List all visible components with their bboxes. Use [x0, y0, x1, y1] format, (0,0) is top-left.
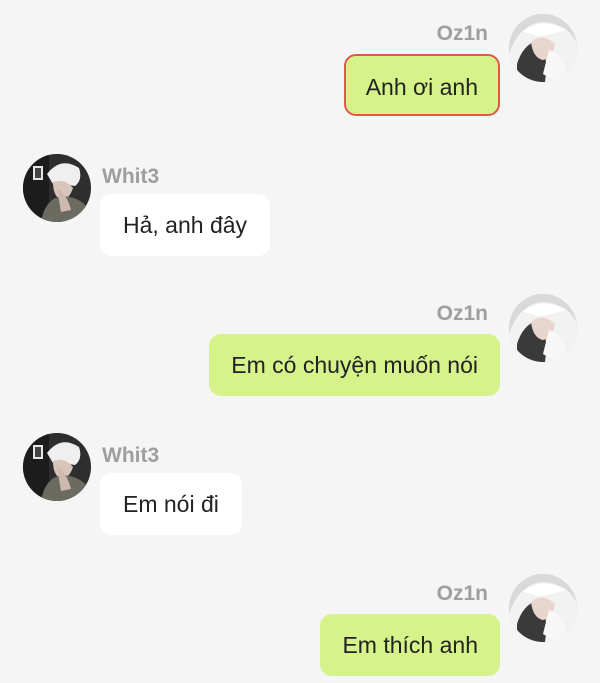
- sender-avatar-oz1n[interactable]: [509, 14, 577, 82]
- avatar-photo-icon: [509, 14, 577, 82]
- message-bubble[interactable]: Em có chuyện muốn nói: [209, 334, 500, 396]
- sender-avatar-oz1n[interactable]: [509, 294, 577, 362]
- sender-avatar-oz1n[interactable]: [509, 574, 577, 642]
- sender-avatar-whit3[interactable]: [23, 154, 91, 222]
- sender-name: Whit3: [102, 444, 160, 467]
- message-bubble[interactable]: Em thích anh: [320, 614, 500, 676]
- sender-avatar-whit3[interactable]: [23, 433, 91, 501]
- avatar-photo-icon: [509, 294, 577, 362]
- sender-name: Oz1n: [436, 22, 488, 45]
- sender-name: Oz1n: [436, 582, 488, 605]
- message-bubble[interactable]: Hả, anh đây: [100, 194, 271, 256]
- chat-thread: Oz1n Anh ơi anh Whit3 Hả, anh đây Oz1n E…: [0, 0, 600, 683]
- message-bubble[interactable]: Anh ơi anh: [343, 54, 500, 116]
- avatar-photo-icon: [23, 154, 91, 222]
- message-bubble[interactable]: Em nói đi: [100, 473, 242, 535]
- sender-name: Whit3: [102, 165, 160, 188]
- avatar-photo-icon: [509, 574, 577, 642]
- sender-name: Oz1n: [436, 302, 488, 325]
- avatar-photo-icon: [23, 433, 91, 501]
